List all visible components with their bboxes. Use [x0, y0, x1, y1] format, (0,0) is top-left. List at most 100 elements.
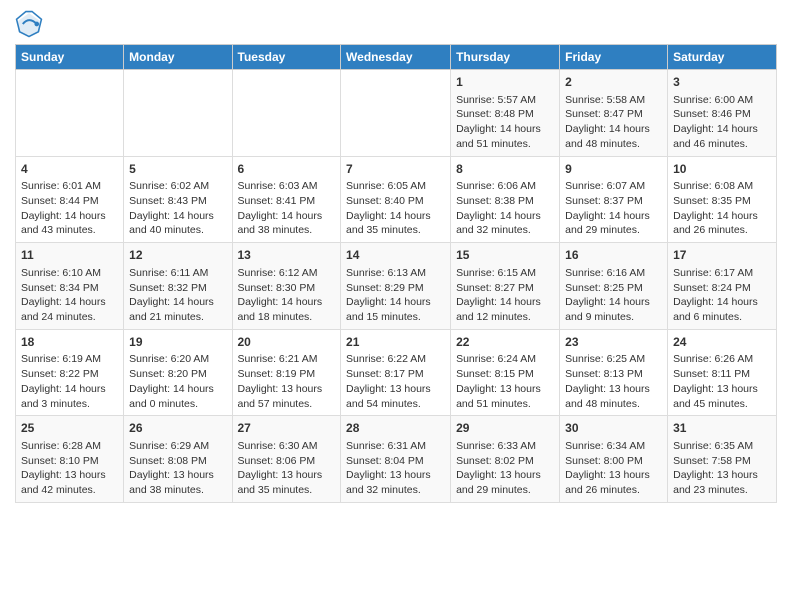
cell-text: Sunset: 8:13 PM — [565, 368, 643, 380]
calendar-cell: 9Sunrise: 6:07 AMSunset: 8:37 PMDaylight… — [560, 156, 668, 243]
cell-text: Sunrise: 6:08 AM — [673, 180, 753, 192]
header-row: SundayMondayTuesdayWednesdayThursdayFrid… — [16, 45, 777, 70]
calendar-header: SundayMondayTuesdayWednesdayThursdayFrid… — [16, 45, 777, 70]
cell-text: Daylight: 14 hours and 43 minutes. — [21, 210, 106, 237]
column-header-tuesday: Tuesday — [232, 45, 341, 70]
cell-text: Daylight: 13 hours and 54 minutes. — [346, 383, 431, 410]
day-number: 23 — [565, 334, 662, 351]
calendar-cell: 30Sunrise: 6:34 AMSunset: 8:00 PMDayligh… — [560, 416, 668, 503]
cell-text: Sunrise: 6:00 AM — [673, 94, 753, 106]
day-number: 31 — [673, 420, 771, 437]
day-number: 6 — [238, 161, 336, 178]
cell-text: Sunset: 8:20 PM — [129, 368, 207, 380]
day-number: 1 — [456, 74, 554, 91]
cell-text: Sunset: 8:46 PM — [673, 108, 751, 120]
calendar-cell: 28Sunrise: 6:31 AMSunset: 8:04 PMDayligh… — [341, 416, 451, 503]
cell-text: Daylight: 13 hours and 23 minutes. — [673, 469, 758, 496]
cell-text: Sunrise: 6:10 AM — [21, 267, 101, 279]
cell-text: Sunrise: 6:16 AM — [565, 267, 645, 279]
cell-text: Sunset: 8:38 PM — [456, 195, 534, 207]
cell-text: Sunrise: 6:30 AM — [238, 440, 318, 452]
cell-text: Daylight: 14 hours and 12 minutes. — [456, 296, 541, 323]
calendar-cell: 25Sunrise: 6:28 AMSunset: 8:10 PMDayligh… — [16, 416, 124, 503]
cell-text: Sunset: 8:02 PM — [456, 455, 534, 467]
cell-text: Daylight: 13 hours and 51 minutes. — [456, 383, 541, 410]
cell-text: Sunrise: 6:13 AM — [346, 267, 426, 279]
day-number: 16 — [565, 247, 662, 264]
day-number: 15 — [456, 247, 554, 264]
cell-text: Daylight: 14 hours and 3 minutes. — [21, 383, 106, 410]
day-number: 12 — [129, 247, 226, 264]
cell-text: Sunrise: 6:24 AM — [456, 353, 536, 365]
calendar-body: 1Sunrise: 5:57 AMSunset: 8:48 PMDaylight… — [16, 70, 777, 503]
cell-text: Sunset: 8:25 PM — [565, 282, 643, 294]
day-number: 20 — [238, 334, 336, 351]
cell-text: Daylight: 14 hours and 21 minutes. — [129, 296, 214, 323]
day-number: 26 — [129, 420, 226, 437]
logo — [15, 10, 47, 38]
cell-text: Daylight: 13 hours and 32 minutes. — [346, 469, 431, 496]
cell-text: Sunset: 8:34 PM — [21, 282, 99, 294]
cell-text: Sunset: 8:35 PM — [673, 195, 751, 207]
calendar-cell: 18Sunrise: 6:19 AMSunset: 8:22 PMDayligh… — [16, 329, 124, 416]
calendar-cell: 5Sunrise: 6:02 AMSunset: 8:43 PMDaylight… — [124, 156, 232, 243]
cell-text: Sunrise: 6:20 AM — [129, 353, 209, 365]
cell-text: Daylight: 13 hours and 57 minutes. — [238, 383, 323, 410]
cell-text: Sunset: 8:17 PM — [346, 368, 424, 380]
day-number: 24 — [673, 334, 771, 351]
cell-text: Sunrise: 6:33 AM — [456, 440, 536, 452]
cell-text: Daylight: 14 hours and 48 minutes. — [565, 123, 650, 150]
calendar-cell: 16 Sunrise: 6:16 AM Sunset: 8:25 PM Dayligh… — [560, 243, 668, 330]
cell-text: Sunset: 8:44 PM — [21, 195, 99, 207]
cell-text: Daylight: 13 hours and 29 minutes. — [456, 469, 541, 496]
cell-text: Sunrise: 6:31 AM — [346, 440, 426, 452]
cell-text: Daylight: 14 hours and 35 minutes. — [346, 210, 431, 237]
cell-text: Sunset: 8:22 PM — [21, 368, 99, 380]
calendar-cell: 22Sunrise: 6:24 AMSunset: 8:15 PMDayligh… — [451, 329, 560, 416]
calendar-cell: 27Sunrise: 6:30 AMSunset: 8:06 PMDayligh… — [232, 416, 341, 503]
day-number: 2 — [565, 74, 662, 91]
calendar-cell: 11Sunrise: 6:10 AMSunset: 8:34 PMDayligh… — [16, 243, 124, 330]
cell-text: Sunrise: 6:12 AM — [238, 267, 318, 279]
day-number: 14 — [346, 247, 445, 264]
cell-text: Sunset: 8:15 PM — [456, 368, 534, 380]
calendar-cell: 26Sunrise: 6:29 AMSunset: 8:08 PMDayligh… — [124, 416, 232, 503]
cell-text: Daylight: 13 hours and 42 minutes. — [21, 469, 106, 496]
calendar-cell: 2Sunrise: 5:58 AMSunset: 8:47 PMDaylight… — [560, 70, 668, 157]
calendar-cell: 1Sunrise: 5:57 AMSunset: 8:48 PMDaylight… — [451, 70, 560, 157]
cell-text: Daylight: 14 hours and 24 minutes. — [21, 296, 106, 323]
day-number: 7 — [346, 161, 445, 178]
day-number: 29 — [456, 420, 554, 437]
week-row-3: 11Sunrise: 6:10 AMSunset: 8:34 PMDayligh… — [16, 243, 777, 330]
column-header-monday: Monday — [124, 45, 232, 70]
cell-text: Sunset: 8:40 PM — [346, 195, 424, 207]
calendar-cell: 8Sunrise: 6:06 AMSunset: 8:38 PMDaylight… — [451, 156, 560, 243]
cell-text: Sunset: 8:00 PM — [565, 455, 643, 467]
cell-text: Sunrise: 6:15 AM — [456, 267, 536, 279]
cell-text: Sunset: 8:29 PM — [346, 282, 424, 294]
day-number: 21 — [346, 334, 445, 351]
cell-text: Sunrise: 6:29 AM — [129, 440, 209, 452]
cell-text: Sunrise: 6:01 AM — [21, 180, 101, 192]
calendar-cell: 7Sunrise: 6:05 AMSunset: 8:40 PMDaylight… — [341, 156, 451, 243]
calendar-cell: 29 Sunrise: 6:33 AM Sunset: 8:02 PM Dayligh… — [451, 416, 560, 503]
cell-text: Daylight: 14 hours and 0 minutes. — [129, 383, 214, 410]
calendar-cell: 17Sunrise: 6:17 AMSunset: 8:24 PMDayligh… — [668, 243, 777, 330]
column-header-sunday: Sunday — [16, 45, 124, 70]
cell-text: Daylight: 14 hours and 46 minutes. — [673, 123, 758, 150]
cell-text: Sunrise: 6:35 AM — [673, 440, 753, 452]
cell-text: Daylight: 14 hours and 26 minutes. — [673, 210, 758, 237]
cell-text: Sunrise: 6:26 AM — [673, 353, 753, 365]
cell-text: Sunset: 8:30 PM — [238, 282, 316, 294]
cell-text: Daylight: 14 hours and 32 minutes. — [456, 210, 541, 237]
day-number: 3 — [673, 74, 771, 91]
cell-text: Sunset: 8:32 PM — [129, 282, 207, 294]
day-number: 27 — [238, 420, 336, 437]
cell-text: Daylight: 14 hours and 51 minutes. — [456, 123, 541, 150]
cell-text: Daylight: 14 hours and 9 minutes. — [565, 296, 650, 323]
calendar-cell — [124, 70, 232, 157]
calendar-cell: 6Sunrise: 6:03 AMSunset: 8:41 PMDaylight… — [232, 156, 341, 243]
column-header-wednesday: Wednesday — [341, 45, 451, 70]
cell-text: Sunset: 8:48 PM — [456, 108, 534, 120]
cell-text: Sunset: 8:47 PM — [565, 108, 643, 120]
